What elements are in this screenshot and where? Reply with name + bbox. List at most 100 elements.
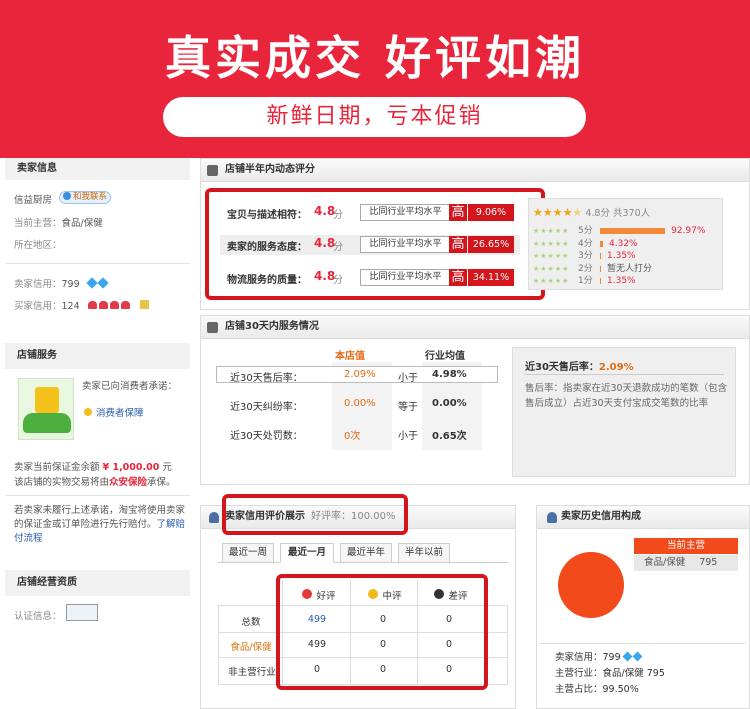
distribution-bar [600, 278, 601, 284]
distribution-row: ★★★★★ 1分 1.35% [533, 275, 723, 287]
shop-icon [207, 322, 218, 333]
star-icon: ★★★★★ [533, 252, 570, 260]
dsr-panel-title: 店铺半年内动态评分 [200, 158, 750, 182]
star-level: 4分 [578, 238, 593, 249]
heart-icon [120, 301, 130, 309]
star-icon: ★★★★★ [533, 239, 570, 248]
user-icon [547, 512, 557, 523]
history-panel-title: 卖家历史信用构成 [536, 505, 750, 529]
detail-description: 售后率：指卖家在近30天退款成功的笔数（包含售后成立）占近30天支付宝成交笔数的… [525, 383, 728, 409]
star-level: 1分 [578, 276, 593, 286]
divider [540, 643, 746, 644]
star-level: 5分 [578, 226, 593, 236]
distribution-pct: 4.32% [609, 238, 638, 249]
distribution-pct: 92.97% [671, 226, 706, 236]
service30-panel-title: 店铺30天内服务情况 [200, 315, 750, 339]
distribution-bar [600, 240, 604, 247]
banner-subtitle: 新鲜日期，亏本促销 [163, 97, 586, 137]
seller-credit: 卖家信用：799 [14, 276, 109, 290]
bulb-icon [84, 408, 92, 416]
divider [5, 263, 190, 264]
tab-before-half-year[interactable]: 半年以前 [398, 543, 450, 563]
row-label: 食品/保健 [230, 642, 272, 653]
service-detail-box: 近30天售后率：2.09% 售后率：指卖家在近30天退款成功的笔数（包含售后成立… [512, 347, 736, 477]
star-level: 3分 [578, 251, 593, 261]
badge-icon [139, 300, 149, 309]
diamond-icon [96, 277, 109, 289]
user-icon [209, 512, 219, 523]
qualification-heading: 店铺经营资质 [5, 570, 190, 596]
distribution-bar [600, 253, 601, 259]
star-icon: ★★★★ [533, 206, 573, 219]
seller-info-heading: 卖家信息 [5, 158, 190, 180]
shop-icon [207, 165, 218, 176]
tab-last-month[interactable]: 最近一月 [280, 543, 334, 563]
distribution-row: ★★★★★ 5分 92.97% [533, 225, 723, 237]
compensation-notice: 若卖家未履行上述承诺，淘宝将使用卖家的保证金或订单险进行先行赔付。了解赔付流程 [14, 505, 186, 544]
chat-icon [63, 192, 71, 200]
distribution-bar [600, 228, 666, 234]
region-label: 所在地区： [14, 240, 62, 251]
service-compare: 小于 [398, 431, 418, 442]
detail-title: 近30天售后率：2.09% [525, 362, 634, 373]
service-avg-value: 0.65次 [432, 431, 467, 442]
main-business: 当前主营：食品/保健 [14, 218, 103, 229]
banner-title: 真实成交 好评如潮 [164, 31, 585, 85]
highlight-box [205, 188, 545, 300]
service-compare: 等于 [398, 402, 418, 413]
rating-summary: ★★★★★ 4.8分 共370人 [533, 206, 651, 219]
row-label: 总数 [241, 617, 261, 628]
consumer-guarantee-link[interactable]: 消费者保障 [84, 405, 144, 419]
current-business-tag: 当前主营 [634, 538, 738, 554]
shop-service-heading: 店铺服务 [5, 343, 190, 369]
star-icon: ★★★★★ [533, 227, 570, 235]
star-icon: ★★★★★ [533, 277, 570, 285]
star-level: 2分 [578, 263, 593, 274]
heart-icon [98, 301, 108, 309]
service-label[interactable]: 近30天纠纷率： [230, 398, 303, 413]
distribution-bar [600, 265, 601, 272]
deposit-text: 卖家当前保证金余额 ¥ 1,000.00 元 [14, 462, 172, 473]
history-main-industry: 主营行业：食品/保健 795 [555, 668, 665, 679]
half-star-icon: ★ [572, 206, 583, 219]
heart-icon [109, 301, 119, 309]
contact-seller-button[interactable]: 和我联系 [59, 191, 112, 204]
cert-label: 认证信息： [14, 611, 62, 622]
service-label: 近30天售后率： [230, 373, 303, 384]
heart-icon [87, 301, 97, 309]
service-shop-value: 0次 [344, 431, 361, 442]
diamond-icon [632, 651, 643, 662]
distribution-pct: 1.35% [607, 251, 636, 261]
history-seller-credit: 卖家信用：799 [555, 649, 643, 663]
distribution-pct: 1.35% [607, 276, 636, 286]
tab-last-week[interactable]: 最近一周 [222, 543, 274, 563]
row-label: 非主营行业 [228, 667, 276, 678]
guarantee-icon [18, 378, 74, 440]
distribution-row: ★★★★★ 3分 1.35% [533, 250, 723, 262]
service-avg-value: 0.00% [432, 398, 467, 409]
distribution-list: ★★★★★ 5分 92.97% ★★★★★ 4分 4.32% ★★★★★ 3分 1.35% ★★★… [533, 225, 723, 290]
col-avg-header: 行业均值 [425, 351, 465, 362]
buyer-credit: 买家信用：124 [14, 298, 149, 312]
service-avg-value: 4.98% [432, 369, 467, 380]
distribution-pct: 暂无人打分 [607, 263, 653, 274]
history-main-share: 主营占比：99.50% [555, 684, 639, 695]
diamond-icon [85, 277, 98, 289]
highlight-box [222, 494, 408, 535]
service-shop-value: 0.00% [344, 398, 376, 409]
service-compare: 小于 [398, 373, 418, 384]
category-tag: 食品/保健 795 [634, 555, 738, 571]
service-shop-value: 2.09% [344, 369, 376, 380]
certificate-icon[interactable] [66, 604, 98, 621]
star-icon: ★★★★★ [533, 264, 570, 273]
credit-pie-chart [558, 552, 624, 618]
promise-text: 卖家已向消费者承诺： [82, 381, 178, 392]
highlight-box [276, 574, 488, 690]
distribution-row: ★★★★★ 2分 暂无人打分 [533, 263, 723, 275]
divider [5, 495, 190, 496]
diamond-icon [622, 651, 633, 662]
shop-name[interactable]: 信益厨房 [14, 192, 52, 206]
service-label[interactable]: 近30天处罚数： [230, 427, 303, 442]
tab-last-half-year[interactable]: 最近半年 [340, 543, 392, 563]
distribution-row: ★★★★★ 4分 4.32% [533, 238, 723, 250]
